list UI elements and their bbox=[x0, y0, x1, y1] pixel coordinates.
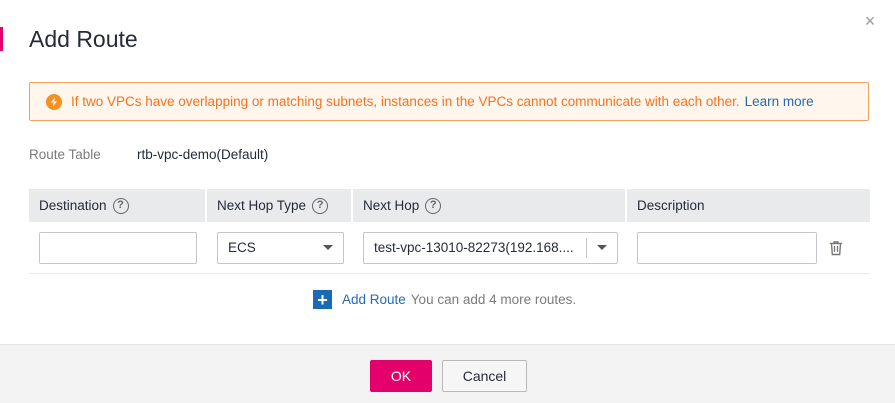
routes-table: Destination ? Next Hop Type ? Next Hop ?… bbox=[29, 189, 870, 274]
chevron-down-icon bbox=[323, 245, 333, 250]
header-label: Destination bbox=[39, 198, 107, 213]
next-hop-value: test-vpc-13010-82273(192.168.... bbox=[374, 240, 574, 255]
select-split bbox=[586, 233, 607, 263]
dialog-footer: OK Cancel bbox=[0, 344, 895, 403]
next-hop-type-value: ECS bbox=[228, 240, 256, 255]
route-table-value: rtb-vpc-demo(Default) bbox=[137, 147, 269, 162]
destination-input[interactable] bbox=[39, 231, 197, 264]
header-label: Description bbox=[637, 198, 705, 213]
next-hop-select[interactable]: test-vpc-13010-82273(192.168.... bbox=[363, 231, 618, 264]
add-route-dialog: Add Route × If two VPCs have overlapping… bbox=[0, 0, 895, 403]
header-next-hop: Next Hop ? bbox=[353, 189, 627, 222]
close-icon[interactable]: × bbox=[861, 12, 879, 30]
table-row: ECS test-vpc-13010-82273(192.168.... bbox=[29, 222, 870, 274]
header-description: Description bbox=[627, 189, 870, 222]
table-header: Destination ? Next Hop Type ? Next Hop ?… bbox=[29, 189, 870, 222]
warning-notice: If two VPCs have overlapping or matching… bbox=[29, 82, 869, 121]
ok-button[interactable]: OK bbox=[370, 360, 432, 392]
alert-circle-icon bbox=[46, 93, 62, 110]
next-hop-type-select[interactable]: ECS bbox=[217, 231, 344, 264]
trash-icon[interactable] bbox=[828, 240, 844, 256]
help-icon[interactable]: ? bbox=[425, 197, 442, 214]
add-route-hint: You can add 4 more routes. bbox=[410, 292, 577, 307]
cancel-button[interactable]: Cancel bbox=[442, 360, 527, 392]
add-route-link[interactable]: Add Route bbox=[342, 292, 406, 307]
help-icon[interactable]: ? bbox=[112, 197, 129, 214]
route-table-row: Route Table rtb-vpc-demo(Default) bbox=[29, 147, 268, 162]
help-icon[interactable]: ? bbox=[312, 197, 329, 214]
lightning-glyph bbox=[51, 96, 57, 107]
dialog-title: Add Route bbox=[29, 26, 138, 52]
learn-more-link[interactable]: Learn more bbox=[745, 94, 814, 109]
description-input[interactable] bbox=[637, 231, 817, 264]
plus-icon[interactable]: + bbox=[313, 290, 332, 309]
title-accent-bar bbox=[0, 27, 3, 51]
next-hop-cell: test-vpc-13010-82273(192.168.... bbox=[353, 222, 627, 273]
chevron-down-icon bbox=[597, 245, 607, 250]
select-divider bbox=[586, 237, 587, 258]
header-label: Next Hop bbox=[363, 198, 420, 213]
header-next-hop-type: Next Hop Type ? bbox=[207, 189, 353, 222]
route-table-label: Route Table bbox=[29, 147, 101, 162]
add-route-row: + Add Route You can add 4 more routes. bbox=[313, 290, 576, 309]
next-hop-type-cell: ECS bbox=[207, 222, 353, 273]
notice-text: If two VPCs have overlapping or matching… bbox=[71, 94, 740, 109]
header-destination: Destination ? bbox=[29, 189, 207, 222]
header-label: Next Hop Type bbox=[217, 198, 307, 213]
destination-cell bbox=[29, 222, 207, 273]
